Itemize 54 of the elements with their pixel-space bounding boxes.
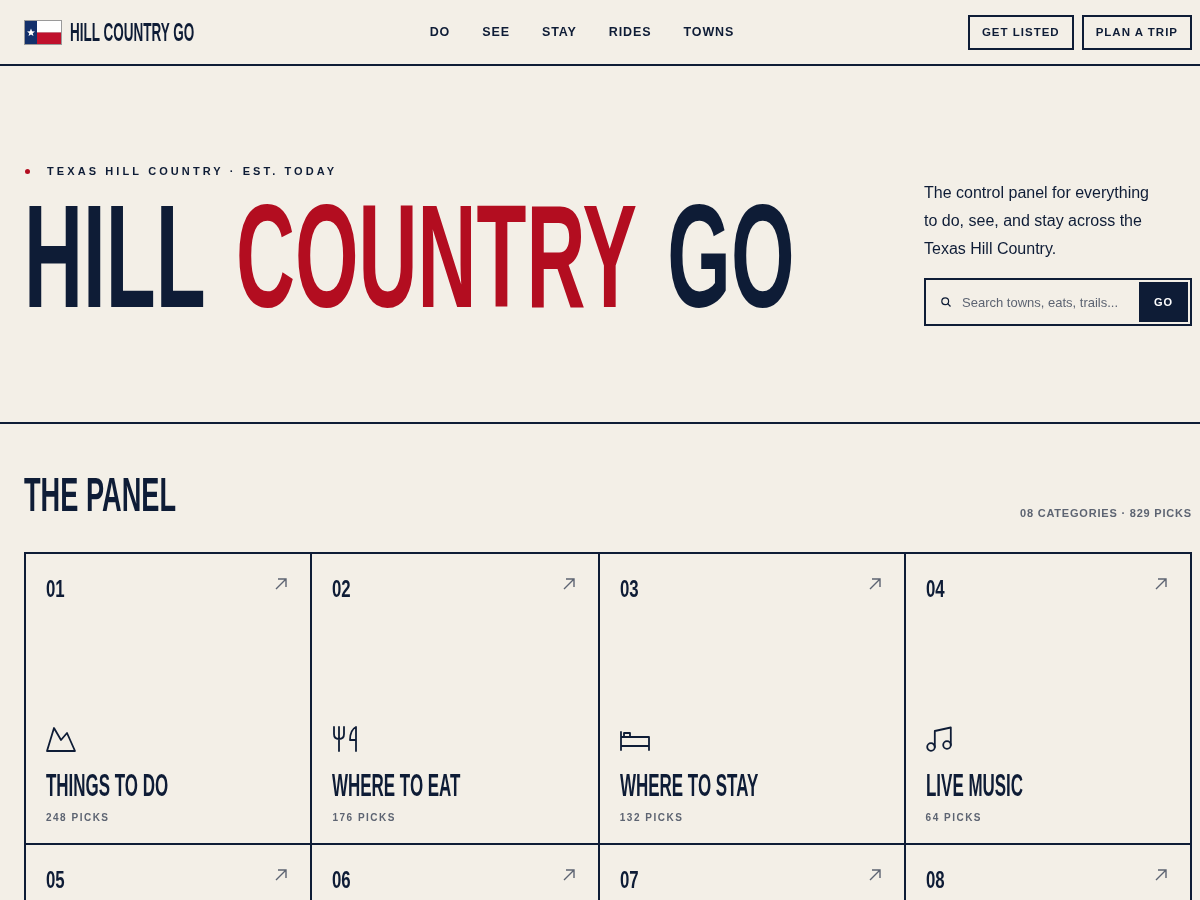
card-number: 03	[619, 577, 639, 601]
arrow-up-right-icon	[1155, 869, 1167, 881]
category-count: 08 CATEGORIES · 829 PICKS	[1020, 506, 1192, 521]
category-card[interactable]: 06	[312, 845, 600, 900]
nav-link[interactable]: RIDES	[608, 25, 652, 39]
mountain-icon	[46, 726, 76, 752]
hero-title-word: HILL	[24, 197, 206, 317]
arrow-up-right-icon	[1155, 578, 1167, 590]
category-card[interactable]: 01 THINGS TO DO 248 PICKS	[26, 554, 313, 845]
category-card[interactable]: 02 WHERE TO EAT 176 PICKS	[312, 554, 600, 845]
arrow-up-right-icon	[868, 578, 881, 590]
nav-link[interactable]: TOWNS	[683, 25, 735, 39]
arrow-up-right-icon	[868, 869, 881, 881]
card-title: LIVE MUSIC	[925, 769, 1023, 801]
category-card[interactable]: 03 WHERE TO STAY 132 PICKS	[599, 554, 906, 845]
card-number: 01	[46, 577, 65, 601]
card-number: 05	[46, 868, 65, 892]
plan-trip-button[interactable]: PLAN A TRIP	[1081, 14, 1192, 50]
category-card[interactable]: 07	[599, 845, 906, 900]
music-notes-icon	[925, 726, 954, 752]
card-title: WHERE TO EAT	[332, 769, 461, 801]
search-field[interactable]: Search towns, eats, trails... GO	[924, 278, 1192, 326]
nav-link[interactable]: STAY	[541, 25, 577, 39]
category-card[interactable]: 04 LIVE MUSIC 64 PICKS	[905, 554, 1192, 845]
card-number: 02	[332, 577, 352, 601]
category-card[interactable]: 08	[905, 845, 1192, 900]
arrow-up-right-icon	[562, 578, 575, 590]
logo-text[interactable]: HILL COUNTRY GO	[70, 18, 195, 46]
eyebrow-text: TEXAS HILL COUNTRY · EST. TODAY	[47, 164, 338, 179]
section-title: THE PANEL	[24, 469, 177, 519]
arrow-up-right-icon	[275, 578, 288, 590]
arrow-up-right-icon	[562, 869, 575, 881]
get-listed-button[interactable]: GET LISTED	[967, 14, 1074, 50]
hero-description: The control panel for everything to do, see, and stay across the Texas Hill Country.	[924, 183, 1150, 259]
hero-title-word: GO	[667, 197, 795, 317]
picks-count: 64 PICKS	[925, 811, 983, 825]
card-title: THINGS TO DO	[46, 769, 169, 801]
card-number: 06	[332, 868, 352, 892]
category-card[interactable]: 05	[26, 845, 313, 900]
flag-icon	[24, 19, 62, 45]
hero-title-word: COUNTRY	[235, 197, 638, 317]
card-number: 08	[925, 868, 945, 892]
nav-link[interactable]: SEE	[482, 25, 510, 39]
picks-count: 248 PICKS	[46, 811, 110, 825]
go-button[interactable]: GO	[1139, 282, 1188, 322]
card-title: WHERE TO STAY	[619, 769, 758, 801]
search-icon	[941, 297, 951, 307]
dot-icon	[25, 168, 30, 174]
picks-count: 176 PICKS	[332, 811, 396, 825]
nav-link[interactable]: DO	[429, 25, 451, 39]
arrow-up-right-icon	[275, 869, 288, 881]
card-number: 04	[925, 577, 945, 601]
picks-count: 132 PICKS	[619, 811, 684, 825]
card-number: 07	[619, 868, 639, 892]
